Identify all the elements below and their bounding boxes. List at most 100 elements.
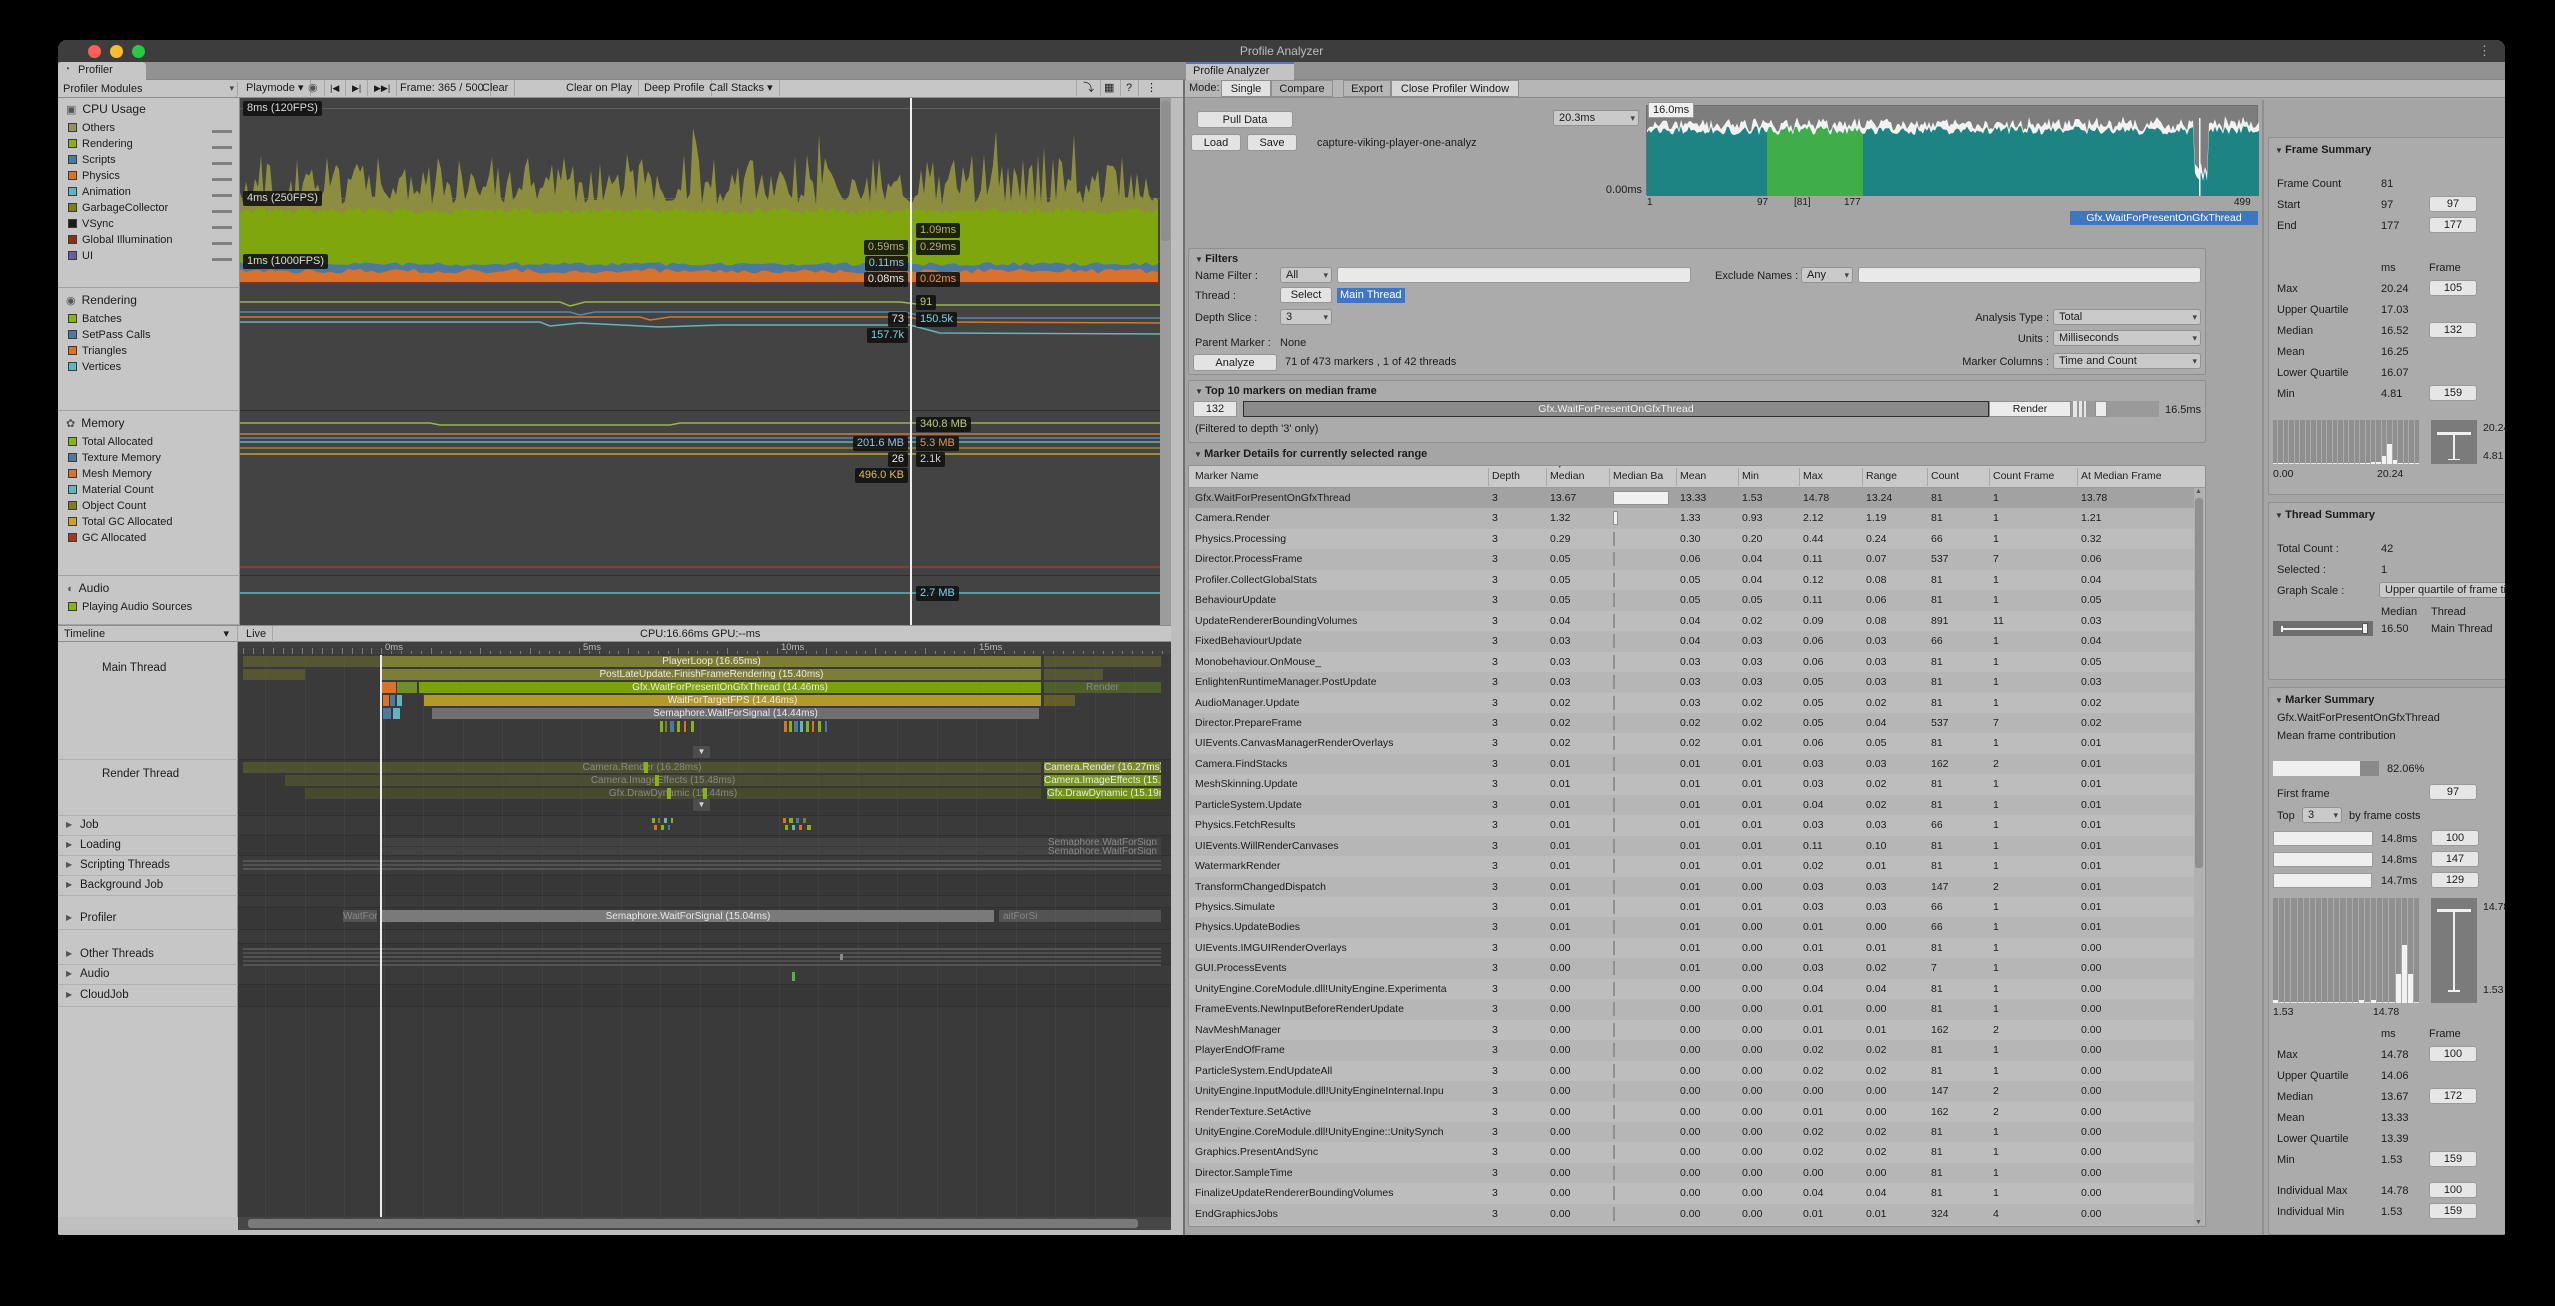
analyze-button[interactable]: Analyze xyxy=(1193,354,1277,371)
timeline-sample-bar[interactable] xyxy=(783,818,786,823)
timeline-sample-bar[interactable] xyxy=(667,788,671,799)
window-menu-icon[interactable]: ⋮ xyxy=(2478,43,2491,59)
timeline-sample-bar[interactable] xyxy=(799,825,802,830)
frame-jump-button[interactable]: 100 xyxy=(2431,830,2479,846)
column-header-marker-name[interactable]: Marker Name xyxy=(1195,470,1485,482)
timeline-sample-bar[interactable] xyxy=(243,669,305,680)
timeline-sample-bar[interactable] xyxy=(397,682,417,693)
module-item-rendering[interactable]: Rendering▬▬ xyxy=(58,136,240,152)
close-profiler-window-button[interactable]: Close Profiler Window xyxy=(1391,80,1519,97)
summary-divider[interactable] xyxy=(2262,100,2264,1235)
column-header-median[interactable]: Median xyxy=(1550,470,1608,482)
column-header-mean[interactable]: Mean xyxy=(1680,470,1736,482)
column-header-max[interactable]: Max xyxy=(1803,470,1860,482)
timeline-canvas[interactable]: 0ms5ms10ms15msPlayerLoop (16.65ms)PostLa… xyxy=(238,642,1171,1217)
timeline-sample-bar[interactable]: Semaphore.WaitForSign xyxy=(382,838,1161,846)
thread-row-job[interactable]: ▶Job xyxy=(58,816,238,836)
table-row[interactable]: Monobehaviour.OnMouse_30.030.030.030.060… xyxy=(1189,652,2195,672)
frame-jump-button[interactable]: 159 xyxy=(2429,385,2477,401)
timeline-sample-bar[interactable] xyxy=(785,825,788,830)
live-button[interactable]: Live xyxy=(240,626,273,642)
profiler-modules-dropdown[interactable]: Profiler Modules xyxy=(58,81,238,97)
frame-jump-button[interactable]: 177 xyxy=(2429,217,2477,233)
tab-profiler[interactable]: ◔ Profiler xyxy=(58,62,146,80)
timeline-sample-bar[interactable]: Camera.ImageEffects (15.48ms) xyxy=(285,775,1041,786)
table-row[interactable]: FinalizeUpdateRendererBoundingVolumes30.… xyxy=(1189,1183,2195,1203)
mode-single-button[interactable]: Single xyxy=(1221,80,1271,97)
thread-row-cloudjob[interactable]: ▶CloudJob xyxy=(58,985,238,1007)
table-row[interactable]: PlayerEndOfFrame30.000.000.000.020.02811… xyxy=(1189,1040,2195,1060)
module-item-garbagecollector[interactable]: GarbageCollector▬▬ xyxy=(58,200,240,216)
thread-row-loading[interactable]: ▶Loading xyxy=(58,836,238,856)
timeline-sample-bar[interactable] xyxy=(807,825,811,830)
table-row[interactable]: UnityEngine.CoreModule.dll!UnityEngine::… xyxy=(1189,1122,2195,1142)
scroll-thumb[interactable] xyxy=(2195,498,2203,868)
table-row[interactable]: FixedBehaviourUpdate30.030.040.030.060.0… xyxy=(1189,631,2195,651)
timeline-sample-bar[interactable] xyxy=(691,721,694,732)
table-row[interactable]: EndGraphicsJobs30.000.000.000.010.013244… xyxy=(1189,1204,2195,1224)
thread-row-audio[interactable]: ▶Audio xyxy=(58,965,238,985)
tab-profile-analyzer[interactable]: Profile Analyzer xyxy=(1186,62,1294,80)
table-row[interactable]: Physics.Simulate30.010.010.010.030.03661… xyxy=(1189,897,2195,917)
timeline-sample-bar[interactable] xyxy=(382,682,396,693)
thread-row-other-threads[interactable]: ▶Other Threads xyxy=(58,944,238,965)
charts-vertical-scrollbar[interactable] xyxy=(1160,98,1171,625)
module-item-batches[interactable]: Batches xyxy=(58,311,240,327)
timeline-selected-frame-line[interactable] xyxy=(380,655,382,1217)
frame-jump-button[interactable]: 100 xyxy=(2429,1046,2477,1062)
table-row[interactable]: EnlightenRuntimeManager.PostUpdate30.030… xyxy=(1189,672,2195,692)
top-n-dropdown[interactable]: 3 xyxy=(2302,807,2342,823)
filters-title[interactable]: Filters xyxy=(1195,253,1238,265)
marker-columns-dropdown[interactable]: Time and Count xyxy=(2053,353,2201,369)
timeline-horizontal-scrollbar[interactable] xyxy=(238,1217,1171,1230)
frame-summary-title[interactable]: Frame Summary xyxy=(2275,144,2371,156)
units-dropdown[interactable]: Milliseconds xyxy=(2053,330,2201,346)
marker-details-title[interactable]: Marker Details for currently selected ra… xyxy=(1194,448,1427,460)
frame-jump-button[interactable]: 132 xyxy=(2429,322,2477,338)
thread-select-button[interactable]: Select xyxy=(1280,287,1332,303)
frame-jump-button[interactable]: 172 xyxy=(2429,1088,2477,1104)
top10-bar[interactable]: Gfx.WaitForPresentOnGfxThread Render xyxy=(1243,401,2159,417)
table-row[interactable]: Director.SampleTime30.000.000.000.000.00… xyxy=(1189,1163,2195,1183)
next-frame-button[interactable]: ▶| xyxy=(346,80,368,96)
frame-jump-button[interactable]: 159 xyxy=(2429,1203,2477,1219)
table-row[interactable]: Physics.FetchResults30.010.010.010.030.0… xyxy=(1189,815,2195,835)
name-filter-input[interactable] xyxy=(1337,267,1691,283)
table-row[interactable]: AudioManager.Update30.020.030.020.050.02… xyxy=(1189,693,2195,713)
table-row[interactable]: Director.PrepareFrame30.020.020.020.050.… xyxy=(1189,713,2195,733)
frame-jump-button[interactable]: 147 xyxy=(2431,851,2479,867)
column-header-count[interactable]: Count xyxy=(1931,470,1987,482)
table-row[interactable]: UnityEngine.CoreModule.dll!UnityEngine.E… xyxy=(1189,979,2195,999)
drag-handle-icon[interactable]: ▬▬ xyxy=(212,251,232,267)
top10-segment-main[interactable]: Gfx.WaitForPresentOnGfxThread xyxy=(1243,401,1989,417)
timeline-sample-bar[interactable]: WaitForTargetFPS (14.46ms) xyxy=(424,695,1041,706)
thread-row-render-thread[interactable]: Render Thread xyxy=(58,760,238,816)
table-row[interactable]: ParticleSystem.Update30.010.010.010.040.… xyxy=(1189,795,2195,815)
module-header[interactable]: ▣CPU Usage xyxy=(58,98,240,120)
timeline-sample-bar[interactable]: Camera.ImageEffects (15.26ms) xyxy=(1044,775,1161,786)
marker-summary-title[interactable]: Marker Summary xyxy=(2275,694,2374,706)
table-vertical-scrollbar[interactable]: ▲▼ xyxy=(2194,488,2204,1226)
clear-on-play-button[interactable]: Clear on Play xyxy=(560,80,639,96)
mode-export-button[interactable]: Export xyxy=(1343,80,1391,97)
timeline-sample-bar[interactable]: Semaphore.WaitForSign xyxy=(382,847,1161,855)
module-header[interactable]: ◖Audio xyxy=(58,577,240,599)
timeline-sample-bar[interactable]: Gfx.DrawDynamic (15.19ms) xyxy=(1047,788,1161,799)
timeline-sample-bar[interactable] xyxy=(818,721,821,732)
timeline-sample-bar[interactable]: Render xyxy=(1044,682,1161,693)
timeline-sample-bar[interactable] xyxy=(1044,656,1161,667)
module-item-object-count[interactable]: Object Count xyxy=(58,498,240,514)
frame-jump-button[interactable]: 97 xyxy=(2429,196,2477,212)
range-scale-dropdown[interactable]: 20.3ms xyxy=(1553,110,1639,126)
call-stacks-dropdown[interactable]: Call Stacks ▾ xyxy=(703,80,780,96)
frame-range-chart[interactable] xyxy=(1646,105,2258,195)
table-row[interactable]: UIEvents.CanvasManagerRenderOverlays30.0… xyxy=(1189,733,2195,753)
thread-summary-title[interactable]: Thread Summary xyxy=(2275,509,2375,521)
table-row[interactable]: WatermarkRender30.010.010.010.020.018110… xyxy=(1189,856,2195,876)
timeline-sample-bar[interactable] xyxy=(658,818,660,823)
module-item-total-allocated[interactable]: Total Allocated xyxy=(58,434,240,450)
timeline-sample-bar[interactable] xyxy=(1044,695,1075,706)
collapse-arrow-button[interactable]: ▼ xyxy=(693,746,710,758)
frame-jump-button[interactable]: 129 xyxy=(2431,872,2479,888)
table-row[interactable]: ParticleSystem.EndUpdateAll30.000.000.00… xyxy=(1189,1061,2195,1081)
